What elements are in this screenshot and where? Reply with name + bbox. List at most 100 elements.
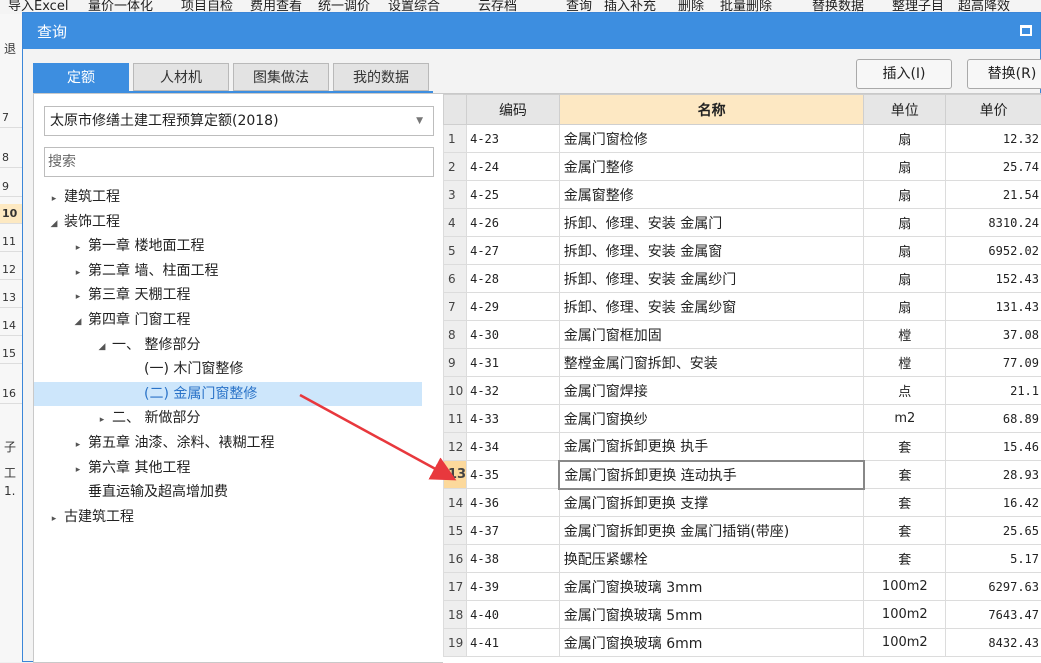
tree-node[interactable]: ▸建筑工程: [44, 185, 120, 209]
table-row[interactable]: 94-31整樘金属门窗拆卸、安装樘77.09: [444, 349, 1041, 377]
unit-cell[interactable]: 套: [864, 461, 946, 489]
name-cell[interactable]: 换配压紧螺栓: [559, 545, 864, 573]
tree-node[interactable]: ▸古建筑工程: [44, 505, 134, 529]
unit-cell[interactable]: 扇: [864, 153, 946, 181]
price-cell[interactable]: 5.17: [946, 545, 1041, 573]
table-row[interactable]: 164-38换配压紧螺栓套5.17: [444, 545, 1041, 573]
tab-my-data[interactable]: 我的数据: [333, 63, 429, 91]
maximize-icon[interactable]: [1020, 25, 1032, 36]
row-number-cell[interactable]: 5: [444, 237, 467, 265]
price-cell[interactable]: 25.74: [946, 153, 1041, 181]
table-row[interactable]: 194-41金属门窗换玻璃 6mm100m28432.43: [444, 629, 1041, 657]
price-cell[interactable]: 28.93: [946, 461, 1041, 489]
unit-cell[interactable]: 扇: [864, 237, 946, 265]
name-cell[interactable]: 金属门窗换玻璃 5mm: [559, 601, 864, 629]
expand-icon[interactable]: ▸: [68, 236, 88, 260]
insert-button[interactable]: 插入(I): [856, 59, 952, 89]
expand-icon[interactable]: ▸: [68, 285, 88, 309]
tab-atlas-method[interactable]: 图集做法: [233, 63, 329, 91]
expand-icon[interactable]: ▸: [92, 408, 112, 432]
unit-cell[interactable]: 套: [864, 489, 946, 517]
row-number-cell[interactable]: 17: [444, 573, 467, 601]
row-number-cell[interactable]: 4: [444, 209, 467, 237]
replace-button[interactable]: 替换(R): [967, 59, 1041, 89]
unit-cell[interactable]: 套: [864, 545, 946, 573]
row-number-cell[interactable]: 13: [444, 461, 467, 489]
unit-cell[interactable]: 点: [864, 377, 946, 405]
tree-node[interactable]: 垂直运输及超高增加费: [68, 480, 228, 504]
table-row[interactable]: 184-40金属门窗换玻璃 5mm100m27643.47: [444, 601, 1041, 629]
table-row[interactable]: 64-28拆卸、修理、安装 金属纱门扇152.43: [444, 265, 1041, 293]
code-cell[interactable]: 4-30: [467, 321, 560, 349]
code-cell[interactable]: 4-28: [467, 265, 560, 293]
price-cell[interactable]: 12.32: [946, 125, 1041, 153]
name-cell[interactable]: 金属门窗拆卸更换 执手: [559, 433, 864, 461]
tab-quota[interactable]: 定额: [33, 63, 129, 91]
unit-cell[interactable]: 扇: [864, 209, 946, 237]
code-cell[interactable]: 4-37: [467, 517, 560, 545]
chevron-down-icon[interactable]: ▼: [416, 107, 423, 135]
header-unit[interactable]: 单位: [864, 95, 946, 125]
expand-icon[interactable]: ▸: [68, 261, 88, 285]
tree-node[interactable]: ▸二、 新做部分: [92, 406, 200, 430]
name-cell[interactable]: 金属门窗焊接: [559, 377, 864, 405]
row-number-cell[interactable]: 8: [444, 321, 467, 349]
unit-cell[interactable]: 套: [864, 517, 946, 545]
table-row[interactable]: 104-32金属门窗焊接点21.1: [444, 377, 1041, 405]
price-cell[interactable]: 8432.43: [946, 629, 1041, 657]
name-cell[interactable]: 拆卸、修理、安装 金属门: [559, 209, 864, 237]
price-cell[interactable]: 6952.02: [946, 237, 1041, 265]
code-cell[interactable]: 4-41: [467, 629, 560, 657]
table-row[interactable]: 134-35金属门窗拆卸更换 连动执手套28.93: [444, 461, 1041, 489]
code-cell[interactable]: 4-26: [467, 209, 560, 237]
name-cell[interactable]: 金属门窗拆卸更换 连动执手: [559, 461, 864, 489]
expand-icon[interactable]: ▸: [44, 187, 64, 211]
code-cell[interactable]: 4-33: [467, 405, 560, 433]
row-number-cell[interactable]: 3: [444, 181, 467, 209]
expand-icon[interactable]: ▸: [44, 507, 64, 531]
row-number-cell[interactable]: 12: [444, 433, 467, 461]
code-cell[interactable]: 4-38: [467, 545, 560, 573]
price-cell[interactable]: 16.42: [946, 489, 1041, 517]
name-cell[interactable]: 金属门窗检修: [559, 125, 864, 153]
unit-cell[interactable]: 100m2: [864, 629, 946, 657]
row-number-cell[interactable]: 19: [444, 629, 467, 657]
tree-node[interactable]: ▸第二章 墙、柱面工程: [68, 259, 218, 283]
row-number-cell[interactable]: 15: [444, 517, 467, 545]
code-cell[interactable]: 4-39: [467, 573, 560, 601]
tab-labor-material[interactable]: 人材机: [133, 63, 229, 91]
name-cell[interactable]: 金属门窗拆卸更换 支撑: [559, 489, 864, 517]
price-cell[interactable]: 152.43: [946, 265, 1041, 293]
collapse-icon[interactable]: ◢: [44, 212, 64, 236]
tree-node[interactable]: ▸第五章 油漆、涂料、裱糊工程: [68, 431, 274, 455]
unit-cell[interactable]: 扇: [864, 293, 946, 321]
name-cell[interactable]: 金属门窗框加固: [559, 321, 864, 349]
code-cell[interactable]: 4-23: [467, 125, 560, 153]
code-cell[interactable]: 4-27: [467, 237, 560, 265]
table-row[interactable]: 44-26拆卸、修理、安装 金属门扇8310.24: [444, 209, 1041, 237]
table-row[interactable]: 174-39金属门窗换玻璃 3mm100m26297.63: [444, 573, 1041, 601]
name-cell[interactable]: 金属门窗换纱: [559, 405, 864, 433]
code-cell[interactable]: 4-35: [467, 461, 560, 489]
price-cell[interactable]: 131.43: [946, 293, 1041, 321]
tree-node[interactable]: ▸第六章 其他工程: [68, 456, 190, 480]
row-number-cell[interactable]: 14: [444, 489, 467, 517]
name-cell[interactable]: 金属门窗换玻璃 6mm: [559, 629, 864, 657]
unit-cell[interactable]: 套: [864, 433, 946, 461]
collapse-icon[interactable]: ◢: [92, 335, 112, 359]
header-price[interactable]: 单价: [946, 95, 1041, 125]
price-cell[interactable]: 21.54: [946, 181, 1041, 209]
table-row[interactable]: 144-36金属门窗拆卸更换 支撑套16.42: [444, 489, 1041, 517]
name-cell[interactable]: 金属门整修: [559, 153, 864, 181]
unit-cell[interactable]: m2: [864, 405, 946, 433]
name-cell[interactable]: 金属门窗拆卸更换 金属门插销(带座): [559, 517, 864, 545]
unit-cell[interactable]: 扇: [864, 181, 946, 209]
quota-library-select[interactable]: 太原市修缮土建工程预算定额(2018) ▼: [44, 106, 434, 136]
table-row[interactable]: 74-29拆卸、修理、安装 金属纱窗扇131.43: [444, 293, 1041, 321]
table-row[interactable]: 54-27拆卸、修理、安装 金属窗扇6952.02: [444, 237, 1041, 265]
row-number-cell[interactable]: 9: [444, 349, 467, 377]
unit-cell[interactable]: 扇: [864, 265, 946, 293]
price-cell[interactable]: 15.46: [946, 433, 1041, 461]
row-number-cell[interactable]: 6: [444, 265, 467, 293]
price-cell[interactable]: 37.08: [946, 321, 1041, 349]
